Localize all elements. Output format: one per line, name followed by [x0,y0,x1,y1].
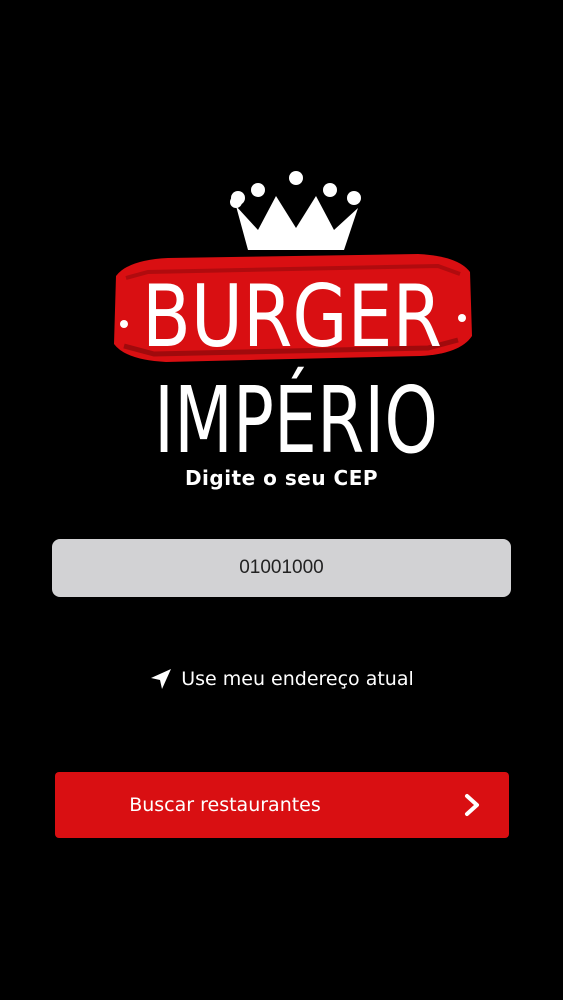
search-restaurants-button[interactable]: Buscar restaurantes [55,772,509,838]
use-current-location-link[interactable]: Use meu endereço atual [0,662,563,696]
brand-line-1: BURGER [142,267,442,367]
brand-line-2: IMPÉRIO [154,366,438,468]
cep-input[interactable] [52,539,511,597]
crown-icon [230,171,361,250]
chevron-right-icon [460,793,484,817]
cep-prompt: Digite o seu CEP [184,466,379,490]
search-restaurants-label: Buscar restaurantes [129,794,321,816]
navigation-arrow-icon [149,667,173,691]
use-current-location-label: Use meu endereço atual [181,668,414,690]
brand-logo: BURGER IMPÉRIO [108,168,476,468]
